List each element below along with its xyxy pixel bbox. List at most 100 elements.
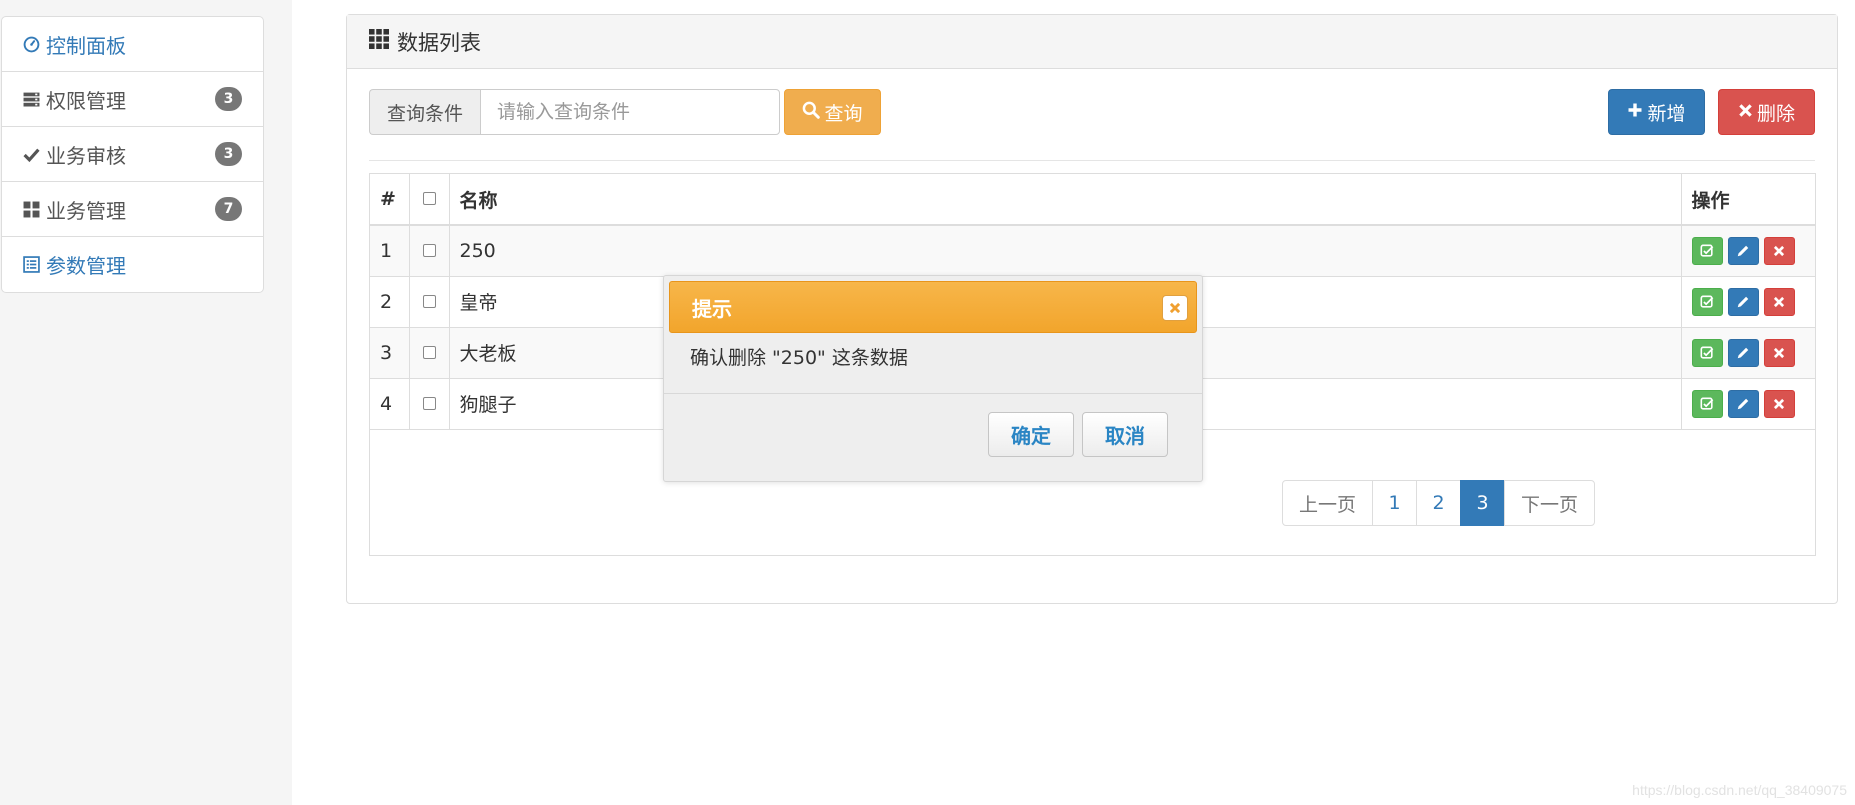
row-ops: [1680, 275, 1815, 328]
pagination-page-1[interactable]: 1: [1372, 480, 1417, 526]
edit-button[interactable]: [1727, 236, 1759, 265]
dialog-footer: 确定 取消: [664, 393, 1202, 481]
header-ops: 操作: [1680, 174, 1815, 226]
grid-icon: [369, 29, 389, 54]
row-num: 2: [370, 275, 410, 328]
close-icon: [1169, 302, 1181, 314]
sidebar-item-label: 业务管理: [46, 198, 126, 223]
select-all-checkbox[interactable]: [422, 192, 436, 205]
row-delete-button[interactable]: [1763, 287, 1795, 316]
row-ops: [1680, 326, 1815, 379]
close-icon: [1773, 398, 1785, 409]
sidebar-item-label: 参数管理: [46, 254, 126, 278]
delete-button-label: 删除: [1756, 102, 1795, 125]
row-checkbox[interactable]: [422, 396, 436, 410]
dashboard-icon: [22, 35, 41, 54]
badge-count: 7: [215, 197, 242, 221]
check-square-icon: [1700, 346, 1714, 359]
row-ops: [1680, 224, 1815, 277]
checkmark-icon: [22, 145, 41, 164]
row-checkbox-cell: [408, 224, 450, 277]
row-ops: [1680, 377, 1815, 430]
table-header-row: # 名称 操作: [370, 174, 1815, 226]
close-icon: [1773, 296, 1785, 307]
dialog-close-button[interactable]: [1162, 295, 1188, 321]
add-button[interactable]: 新增: [1608, 89, 1705, 135]
dialog-message: 确认删除 "250" 这条数据: [690, 347, 908, 369]
sidebar-item-label: 控制面板: [46, 33, 126, 58]
table-row: 1 250: [370, 224, 1815, 277]
row-checkbox[interactable]: [422, 243, 436, 257]
header-num: #: [370, 174, 410, 226]
sidebar-item-permissions[interactable]: 权限管理 3: [2, 72, 263, 127]
panel-title: 数据列表: [397, 30, 481, 55]
row-num: 1: [370, 224, 410, 277]
search-button[interactable]: 查询: [784, 89, 881, 135]
toolbar: 查询条件 查询 新增 删除: [369, 89, 1815, 161]
delete-button[interactable]: 删除: [1718, 89, 1815, 135]
row-delete-button[interactable]: [1763, 236, 1795, 265]
row-delete-button[interactable]: [1763, 389, 1795, 418]
row-checkbox-cell: [408, 275, 450, 328]
query-addon-label: 查询条件: [369, 89, 480, 135]
pencil-icon: [1737, 398, 1749, 409]
header-name: 名称: [448, 174, 1682, 226]
panel-heading: 数据列表: [347, 15, 1837, 69]
pencil-icon: [1737, 347, 1749, 358]
sidebar-nav: 控制面板 权限管理 3 业务审核 3 业务管理 7 参数管理: [1, 16, 264, 293]
confirm-ok-button[interactable]: 确定: [988, 412, 1074, 457]
close-icon: [1738, 101, 1753, 123]
confirm-dialog: 提示 确认删除 "250" 这条数据 确定 取消: [663, 275, 1203, 482]
search-input[interactable]: [480, 89, 780, 135]
row-num: 3: [370, 326, 410, 379]
search-icon: [802, 101, 821, 124]
check-square-icon: [1700, 295, 1714, 308]
edit-button[interactable]: [1727, 338, 1759, 367]
approve-button[interactable]: [1691, 338, 1723, 367]
search-input-group: 查询条件: [369, 89, 780, 135]
badge-count: 3: [215, 87, 242, 111]
server-icon: [22, 90, 41, 109]
close-icon: [1773, 245, 1785, 256]
row-name: 250: [448, 224, 1682, 277]
dialog-header: 提示: [669, 281, 1197, 333]
row-checkbox-cell: [408, 326, 450, 379]
confirm-cancel-button[interactable]: 取消: [1082, 412, 1168, 457]
pagination-next[interactable]: 下一页: [1504, 480, 1595, 526]
add-button-label: 新增: [1647, 102, 1686, 125]
sidebar: 控制面板 权限管理 3 业务审核 3 业务管理 7 参数管理: [0, 0, 292, 805]
check-square-icon: [1700, 397, 1714, 410]
edit-button[interactable]: [1727, 389, 1759, 418]
row-num: 4: [370, 377, 410, 430]
search-button-label: 查询: [824, 102, 863, 125]
row-checkbox[interactable]: [422, 345, 436, 359]
approve-button[interactable]: [1691, 287, 1723, 316]
pencil-icon: [1737, 245, 1749, 256]
watermark: https://blog.csdn.net/qq_38409075: [1632, 782, 1847, 798]
plus-icon: [1627, 101, 1643, 123]
sidebar-item-review[interactable]: 业务审核 3: [2, 127, 263, 182]
pagination-page-3[interactable]: 3: [1460, 480, 1505, 526]
row-delete-button[interactable]: [1763, 338, 1795, 367]
sidebar-item-label: 业务审核: [46, 143, 126, 168]
grid-icon: [22, 200, 41, 219]
approve-button[interactable]: [1691, 236, 1723, 265]
pagination-page-2[interactable]: 2: [1416, 480, 1461, 526]
pagination-prev[interactable]: 上一页: [1282, 480, 1373, 526]
edit-button[interactable]: [1727, 287, 1759, 316]
sidebar-item-params[interactable]: 参数管理: [2, 237, 263, 292]
badge-count: 3: [215, 142, 242, 166]
sidebar-item-label: 权限管理: [46, 88, 126, 113]
dialog-title: 提示: [692, 296, 732, 321]
pencil-icon: [1737, 296, 1749, 307]
header-checkbox-cell: [408, 174, 450, 226]
row-checkbox-cell: [408, 377, 450, 430]
approve-button[interactable]: [1691, 389, 1723, 418]
pagination: 上一页 1 2 3 下一页: [1282, 480, 1595, 526]
list-icon: [22, 255, 41, 274]
close-icon: [1773, 347, 1785, 358]
sidebar-item-business[interactable]: 业务管理 7: [2, 182, 263, 237]
row-checkbox[interactable]: [422, 294, 436, 308]
sidebar-item-dashboard[interactable]: 控制面板: [2, 17, 263, 72]
check-square-icon: [1700, 244, 1714, 257]
